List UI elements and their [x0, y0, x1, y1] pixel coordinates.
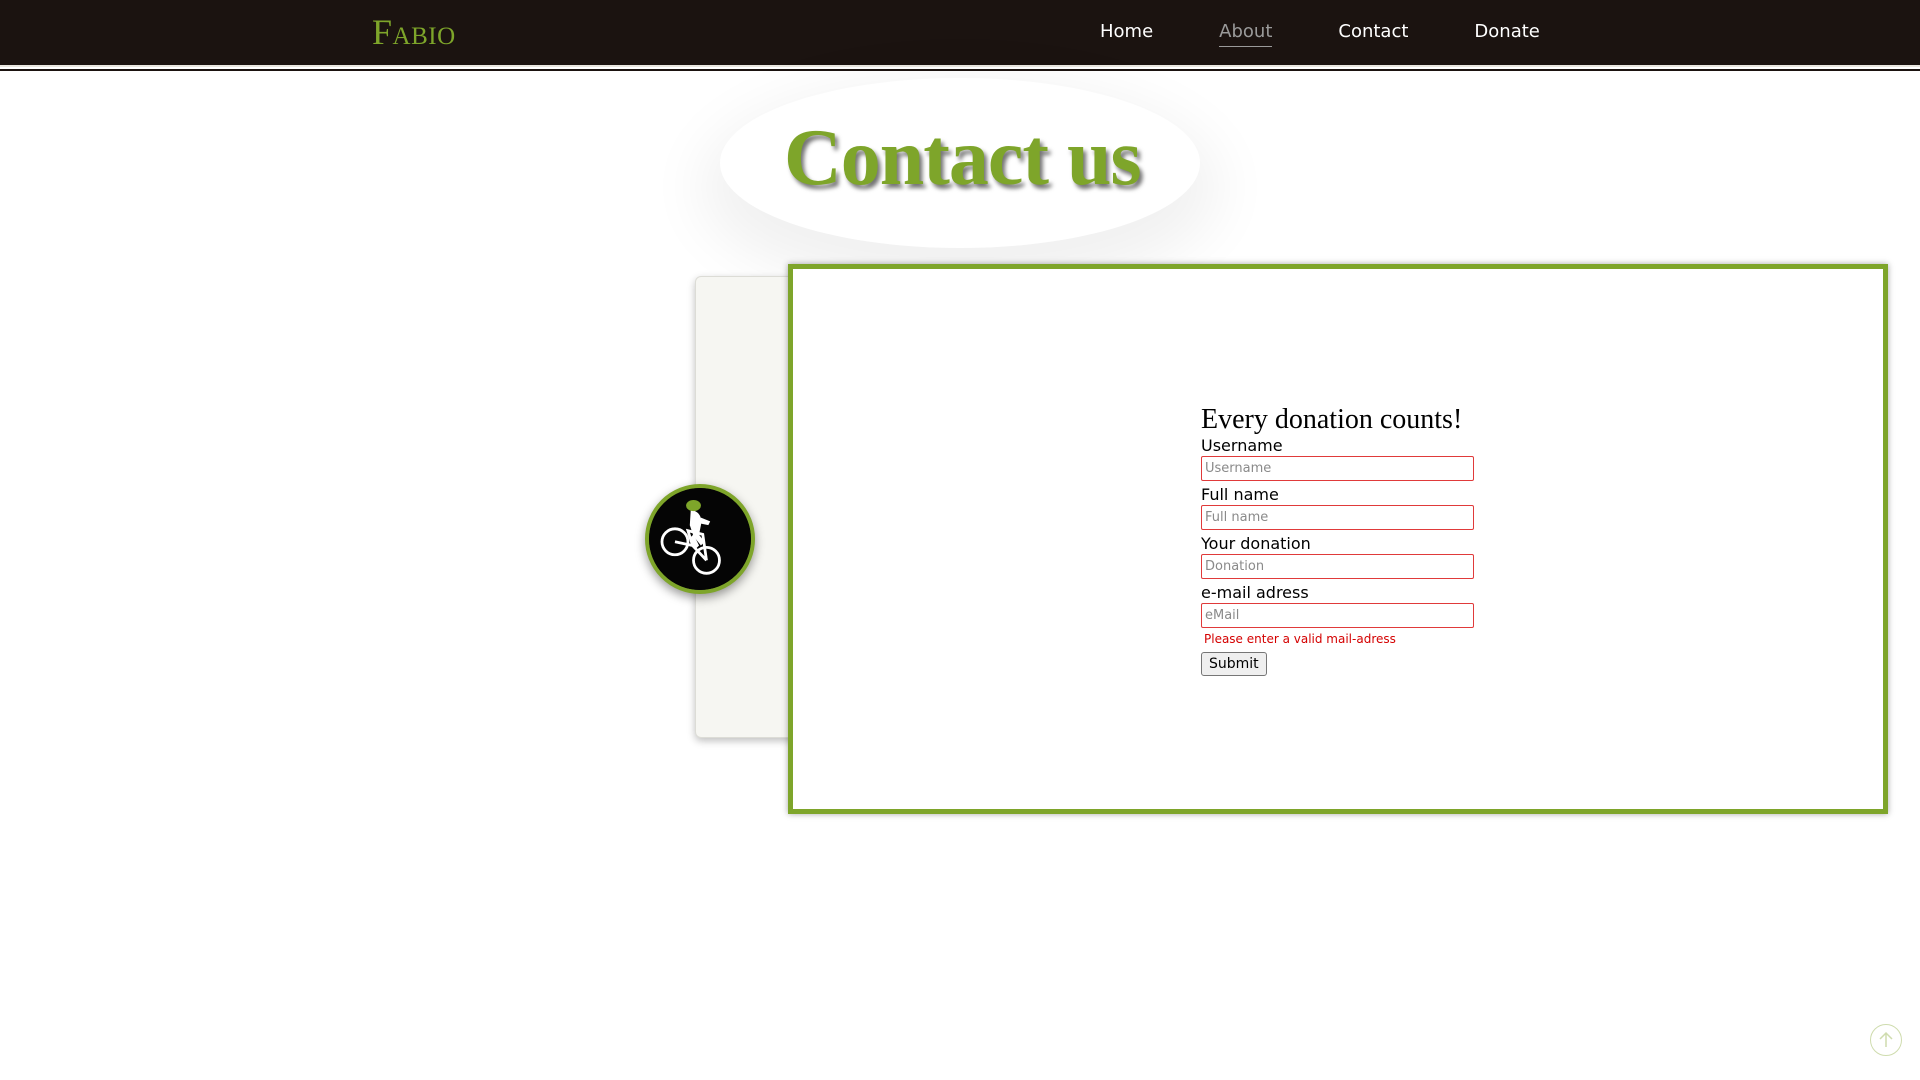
full-name-input[interactable] [1201, 505, 1474, 530]
donation-input[interactable] [1201, 554, 1474, 579]
scroll-top-button[interactable] [1870, 1024, 1902, 1056]
submit-button[interactable]: Submit [1201, 652, 1267, 676]
main-nav: Home About Contact Donate [1100, 0, 1606, 67]
nav-home[interactable]: Home [1100, 21, 1153, 46]
username-label: Username [1201, 436, 1283, 455]
full-name-label: Full name [1201, 485, 1279, 504]
username-input[interactable] [1201, 456, 1474, 481]
email-label: e-mail adress [1201, 583, 1309, 602]
email-input[interactable] [1201, 603, 1474, 628]
cyclist-icon [645, 484, 755, 594]
site-logo[interactable]: Fabio [372, 10, 456, 54]
donation-label: Your donation [1201, 534, 1311, 553]
arrow-up-icon [1879, 1031, 1893, 1047]
cyclist-icon-graphic [649, 488, 751, 590]
donation-form: Every donation counts! Username Full nam… [1201, 402, 1481, 676]
header-divider [0, 69, 1920, 71]
form-title: Every donation counts! [1201, 404, 1463, 435]
site-header: Fabio Home About Contact Donate [0, 0, 1920, 67]
nav-donate[interactable]: Donate [1474, 21, 1539, 46]
nav-about[interactable]: About [1219, 21, 1273, 47]
nav-contact[interactable]: Contact [1338, 21, 1408, 46]
page-title: Contact us [784, 114, 1142, 202]
email-error-message: Please enter a valid mail-adress [1204, 632, 1396, 646]
